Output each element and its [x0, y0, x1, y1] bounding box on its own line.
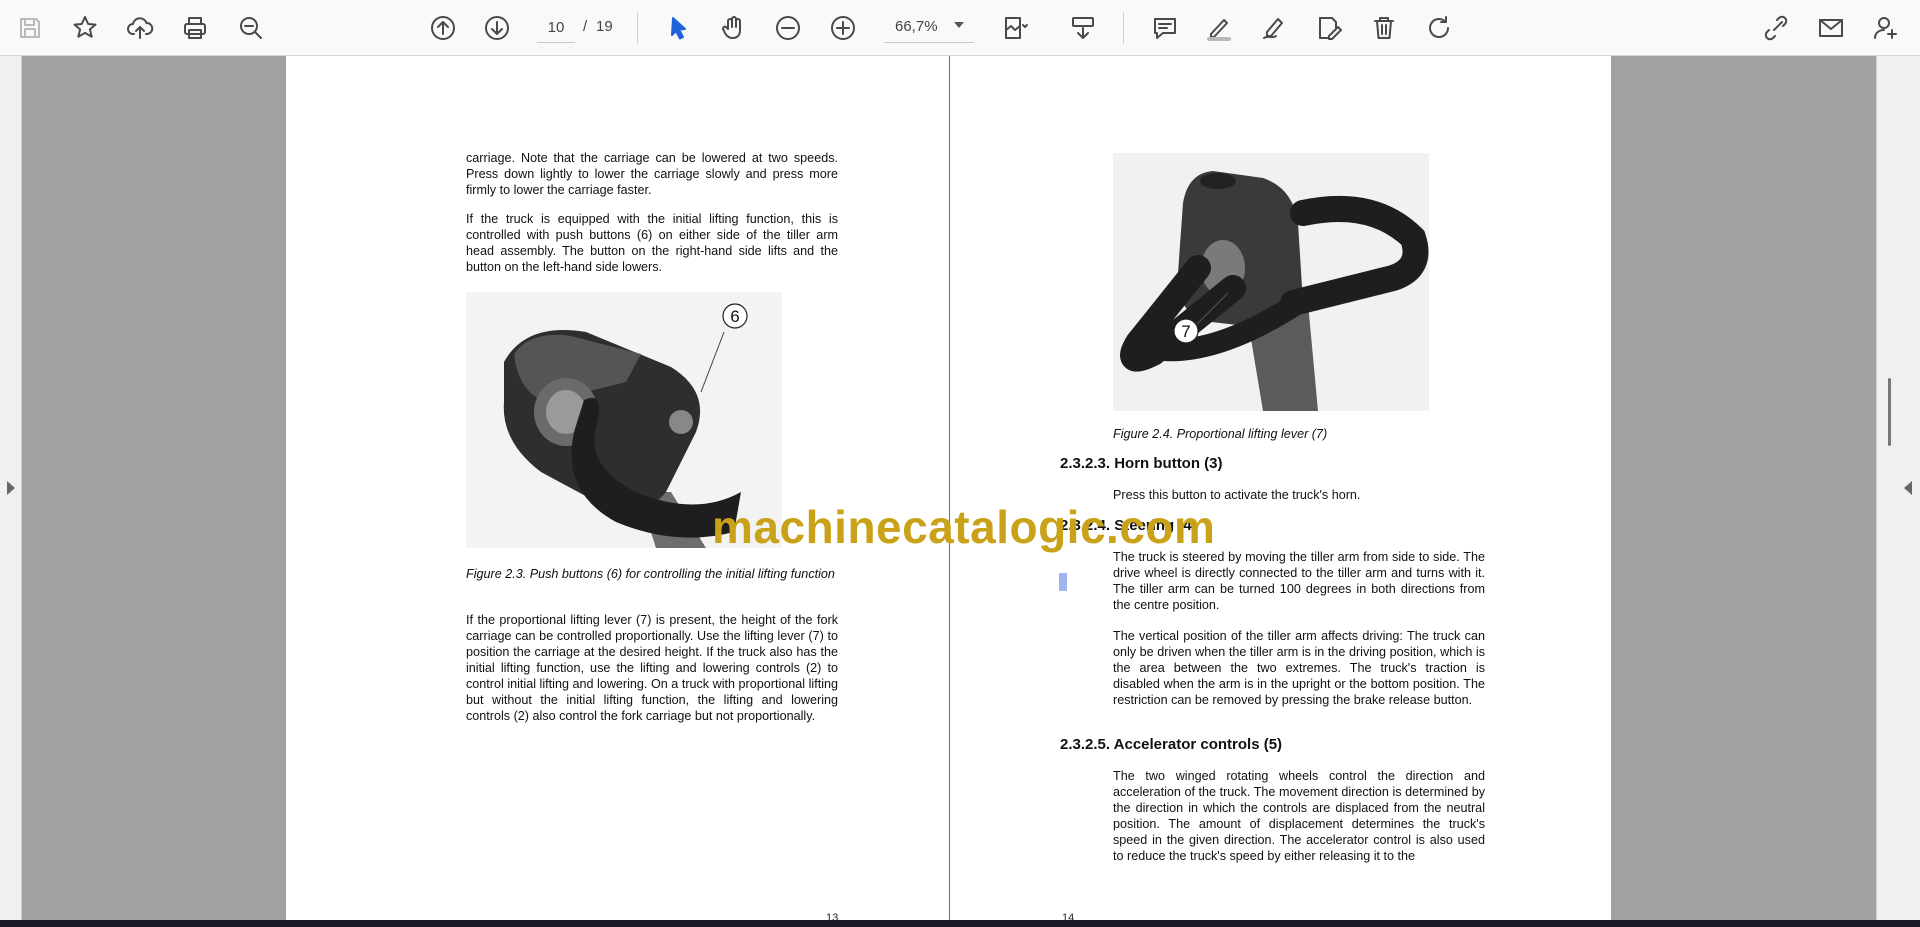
left-paragraph-1: carriage. Note that the carriage can be … — [466, 151, 838, 197]
select-cursor-icon[interactable] — [660, 9, 698, 47]
page-separator: / — [583, 18, 588, 35]
expand-right-panel-icon[interactable] — [1904, 481, 1912, 495]
next-page-icon[interactable] — [478, 9, 516, 47]
save-icon[interactable] — [11, 9, 49, 47]
heading-horn-button: 2.3.2.3. Horn button (3) — [1060, 455, 1223, 472]
print-icon[interactable] — [176, 9, 214, 47]
rotate-icon[interactable] — [1420, 9, 1458, 47]
toolbar-divider — [1123, 12, 1124, 44]
zoom-level-select[interactable]: 66,7% — [884, 13, 974, 43]
share-link-icon[interactable] — [1757, 9, 1795, 47]
toolbar-divider — [637, 12, 638, 44]
page-number-input[interactable] — [537, 13, 575, 43]
page-total: 19 — [596, 18, 613, 35]
delete-icon[interactable] — [1365, 9, 1403, 47]
comment-icon[interactable] — [1146, 9, 1184, 47]
pdf-page-right: 7 Figure 2.4. Proportional lifting lever… — [950, 56, 1611, 920]
os-taskbar-edge — [0, 920, 1920, 927]
accelerator-paragraph: The two winged rotating wheels control t… — [1113, 769, 1485, 863]
figure-2-3-caption: Figure 2.3. Push buttons (6) for control… — [466, 567, 835, 581]
hand-tool-icon[interactable] — [714, 9, 752, 47]
left-paragraph-2: If the truck is equipped with the initia… — [466, 212, 838, 274]
toolbar: / 19 66,7% — [0, 0, 1920, 56]
figure-lifting-lever: 7 — [1113, 153, 1429, 411]
highlight-pen-icon[interactable] — [1200, 9, 1238, 47]
steering-paragraph-2: The vertical position of the tiller arm … — [1113, 629, 1485, 707]
expand-left-panel-icon[interactable] — [7, 481, 15, 495]
left-page-number: 13 — [826, 912, 839, 920]
zoom-search-icon[interactable] — [232, 9, 270, 47]
prev-page-icon[interactable] — [424, 9, 462, 47]
zoom-out-icon[interactable] — [769, 9, 807, 47]
add-user-icon[interactable] — [1867, 9, 1905, 47]
left-paragraph-3: If the proportional lifting lever (7) is… — [466, 613, 838, 723]
email-icon[interactable] — [1812, 9, 1850, 47]
right-page-number: 14 — [1062, 912, 1075, 920]
text-selection-caret — [1059, 573, 1067, 591]
chevron-down-icon[interactable] — [954, 22, 964, 28]
heading-accelerator-controls: 2.3.2.5. Accelerator controls (5) — [1060, 736, 1283, 753]
watermark-text: machinecatalogic.com — [712, 501, 1216, 553]
bookmark-star-icon[interactable] — [66, 9, 104, 47]
steering-paragraph-1: The truck is steered by moving the tille… — [1113, 550, 1485, 612]
right-panel-toggle-strip[interactable] — [1876, 56, 1920, 920]
page-fit-icon[interactable] — [996, 9, 1034, 47]
figure-callout-7: 7 — [1181, 322, 1190, 341]
scroll-mode-icon[interactable] — [1064, 9, 1102, 47]
vertical-scrollbar-thumb[interactable] — [1888, 378, 1891, 446]
document-viewer[interactable]: carriage. Note that the carriage can be … — [0, 56, 1920, 920]
draw-icon[interactable] — [1255, 9, 1293, 47]
left-panel-toggle-strip[interactable] — [0, 56, 22, 920]
zoom-in-icon[interactable] — [824, 9, 862, 47]
figure-callout-6: 6 — [730, 307, 739, 326]
zoom-level-value: 66,7% — [895, 18, 938, 35]
figure-2-4-caption: Figure 2.4. Proportional lifting lever (… — [1113, 427, 1328, 441]
pdf-page-left: carriage. Note that the carriage can be … — [286, 56, 949, 920]
edit-sign-icon[interactable] — [1310, 9, 1348, 47]
upload-cloud-icon[interactable] — [121, 9, 159, 47]
